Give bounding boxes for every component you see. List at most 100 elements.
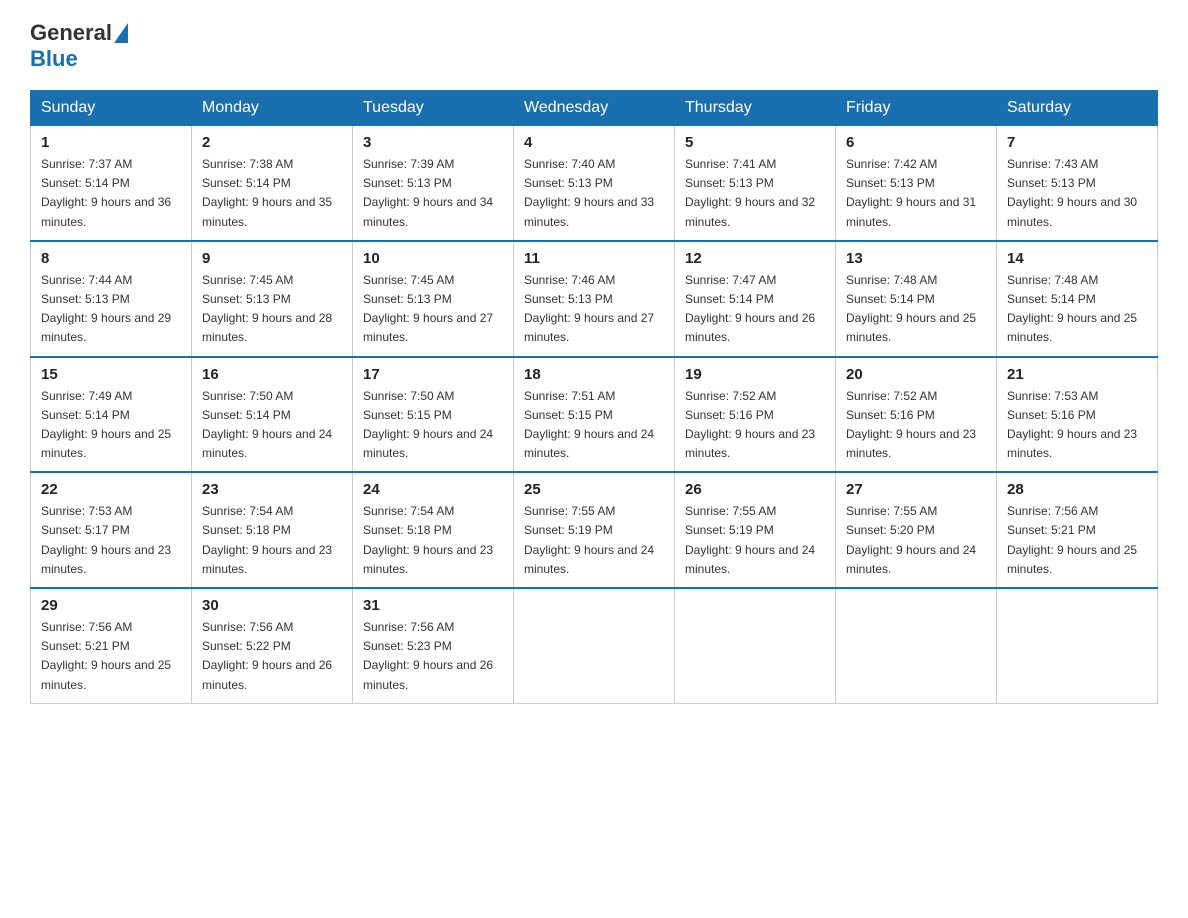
- day-info: Sunrise: 7:55 AMSunset: 5:19 PMDaylight:…: [685, 502, 825, 579]
- calendar-cell: 16 Sunrise: 7:50 AMSunset: 5:14 PMDayligh…: [192, 357, 353, 473]
- day-info: Sunrise: 7:52 AMSunset: 5:16 PMDaylight:…: [846, 387, 986, 464]
- weekday-header-thursday: Thursday: [675, 91, 836, 126]
- day-number: 26: [685, 481, 825, 498]
- calendar-cell: [514, 588, 675, 703]
- day-number: 11: [524, 250, 664, 267]
- day-info: Sunrise: 7:55 AMSunset: 5:20 PMDaylight:…: [846, 502, 986, 579]
- day-info: Sunrise: 7:48 AMSunset: 5:14 PMDaylight:…: [846, 271, 986, 348]
- calendar-week-row-2: 8Sunrise: 7:44 AMSunset: 5:13 PMDaylight…: [31, 241, 1158, 357]
- calendar-cell: 14 Sunrise: 7:48 AMSunset: 5:14 PMDayligh…: [997, 241, 1158, 357]
- day-number: 9: [202, 250, 342, 267]
- logo-blue-text: Blue: [30, 46, 78, 72]
- day-info: Sunrise: 7:50 AMSunset: 5:14 PMDaylight:…: [202, 387, 342, 464]
- day-info: Sunrise: 7:38 AMSunset: 5:14 PMDaylight:…: [202, 155, 342, 232]
- calendar-cell: 9 Sunrise: 7:45 AMSunset: 5:13 PMDaylight…: [192, 241, 353, 357]
- day-info: Sunrise: 7:43 AMSunset: 5:13 PMDaylight:…: [1007, 155, 1147, 232]
- calendar-cell: 13 Sunrise: 7:48 AMSunset: 5:14 PMDayligh…: [836, 241, 997, 357]
- calendar-cell: 23 Sunrise: 7:54 AMSunset: 5:18 PMDayligh…: [192, 472, 353, 588]
- calendar-week-row-5: 29Sunrise: 7:56 AMSunset: 5:21 PMDayligh…: [31, 588, 1158, 703]
- calendar-week-row-3: 15 Sunrise: 7:49 AMSunset: 5:14 PMDayligh…: [31, 357, 1158, 473]
- calendar-cell: 3Sunrise: 7:39 AMSunset: 5:13 PMDaylight…: [353, 126, 514, 241]
- day-info: Sunrise: 7:44 AMSunset: 5:13 PMDaylight:…: [41, 271, 181, 348]
- weekday-header-monday: Monday: [192, 91, 353, 126]
- day-number: 10: [363, 250, 503, 267]
- calendar-cell: 1 Sunrise: 7:37 AMSunset: 5:14 PMDaylight…: [31, 126, 192, 241]
- day-number: 3: [363, 134, 503, 151]
- day-info: Sunrise: 7:50 AMSunset: 5:15 PMDaylight:…: [363, 387, 503, 464]
- day-info: Sunrise: 7:48 AMSunset: 5:14 PMDaylight:…: [1007, 271, 1147, 348]
- day-number: 22: [41, 481, 181, 498]
- day-number: 5: [685, 134, 825, 151]
- day-number: 21: [1007, 366, 1147, 383]
- day-number: 4: [524, 134, 664, 151]
- weekday-header-row: SundayMondayTuesdayWednesdayThursdayFrid…: [31, 91, 1158, 126]
- calendar-cell: 27 Sunrise: 7:55 AMSunset: 5:20 PMDayligh…: [836, 472, 997, 588]
- logo-general-text: General: [30, 20, 112, 46]
- day-number: 12: [685, 250, 825, 267]
- day-info: Sunrise: 7:45 AMSunset: 5:13 PMDaylight:…: [363, 271, 503, 348]
- day-number: 28: [1007, 481, 1147, 498]
- calendar-cell: 30Sunrise: 7:56 AMSunset: 5:22 PMDayligh…: [192, 588, 353, 703]
- calendar-cell: 26 Sunrise: 7:55 AMSunset: 5:19 PMDayligh…: [675, 472, 836, 588]
- day-info: Sunrise: 7:54 AMSunset: 5:18 PMDaylight:…: [202, 502, 342, 579]
- day-number: 31: [363, 597, 503, 614]
- day-info: Sunrise: 7:42 AMSunset: 5:13 PMDaylight:…: [846, 155, 986, 232]
- calendar-cell: 21 Sunrise: 7:53 AMSunset: 5:16 PMDayligh…: [997, 357, 1158, 473]
- calendar-cell: 6Sunrise: 7:42 AMSunset: 5:13 PMDaylight…: [836, 126, 997, 241]
- calendar-cell: 20 Sunrise: 7:52 AMSunset: 5:16 PMDayligh…: [836, 357, 997, 473]
- calendar-cell: 17Sunrise: 7:50 AMSunset: 5:15 PMDayligh…: [353, 357, 514, 473]
- day-info: Sunrise: 7:56 AMSunset: 5:21 PMDaylight:…: [41, 618, 181, 695]
- calendar-cell: 2 Sunrise: 7:38 AMSunset: 5:14 PMDaylight…: [192, 126, 353, 241]
- day-info: Sunrise: 7:52 AMSunset: 5:16 PMDaylight:…: [685, 387, 825, 464]
- day-number: 13: [846, 250, 986, 267]
- day-number: 20: [846, 366, 986, 383]
- calendar-cell: [675, 588, 836, 703]
- calendar-cell: 5 Sunrise: 7:41 AMSunset: 5:13 PMDaylight…: [675, 126, 836, 241]
- weekday-header-friday: Friday: [836, 91, 997, 126]
- logo: General Blue: [30, 20, 130, 72]
- day-info: Sunrise: 7:54 AMSunset: 5:18 PMDaylight:…: [363, 502, 503, 579]
- calendar-cell: 10 Sunrise: 7:45 AMSunset: 5:13 PMDayligh…: [353, 241, 514, 357]
- weekday-header-tuesday: Tuesday: [353, 91, 514, 126]
- day-number: 27: [846, 481, 986, 498]
- day-info: Sunrise: 7:53 AMSunset: 5:16 PMDaylight:…: [1007, 387, 1147, 464]
- day-number: 2: [202, 134, 342, 151]
- day-number: 1: [41, 134, 181, 151]
- day-number: 23: [202, 481, 342, 498]
- day-info: Sunrise: 7:45 AMSunset: 5:13 PMDaylight:…: [202, 271, 342, 348]
- day-info: Sunrise: 7:55 AMSunset: 5:19 PMDaylight:…: [524, 502, 664, 579]
- day-info: Sunrise: 7:40 AMSunset: 5:13 PMDaylight:…: [524, 155, 664, 232]
- calendar-cell: 31Sunrise: 7:56 AMSunset: 5:23 PMDayligh…: [353, 588, 514, 703]
- day-number: 18: [524, 366, 664, 383]
- calendar-cell: 12Sunrise: 7:47 AMSunset: 5:14 PMDayligh…: [675, 241, 836, 357]
- calendar-cell: 25 Sunrise: 7:55 AMSunset: 5:19 PMDayligh…: [514, 472, 675, 588]
- day-number: 16: [202, 366, 342, 383]
- calendar-cell: 18Sunrise: 7:51 AMSunset: 5:15 PMDayligh…: [514, 357, 675, 473]
- calendar-week-row-1: 1 Sunrise: 7:37 AMSunset: 5:14 PMDaylight…: [31, 126, 1158, 241]
- calendar-table: SundayMondayTuesdayWednesdayThursdayFrid…: [30, 90, 1158, 704]
- calendar-cell: [836, 588, 997, 703]
- calendar-cell: 4 Sunrise: 7:40 AMSunset: 5:13 PMDaylight…: [514, 126, 675, 241]
- day-number: 7: [1007, 134, 1147, 151]
- calendar-cell: 15 Sunrise: 7:49 AMSunset: 5:14 PMDayligh…: [31, 357, 192, 473]
- day-info: Sunrise: 7:37 AMSunset: 5:14 PMDaylight:…: [41, 155, 181, 232]
- day-number: 15: [41, 366, 181, 383]
- day-info: Sunrise: 7:53 AMSunset: 5:17 PMDaylight:…: [41, 502, 181, 579]
- day-info: Sunrise: 7:56 AMSunset: 5:21 PMDaylight:…: [1007, 502, 1147, 579]
- day-number: 25: [524, 481, 664, 498]
- calendar-cell: 24 Sunrise: 7:54 AMSunset: 5:18 PMDayligh…: [353, 472, 514, 588]
- day-info: Sunrise: 7:46 AMSunset: 5:13 PMDaylight:…: [524, 271, 664, 348]
- calendar-cell: 8Sunrise: 7:44 AMSunset: 5:13 PMDaylight…: [31, 241, 192, 357]
- calendar-cell: [997, 588, 1158, 703]
- calendar-cell: 7 Sunrise: 7:43 AMSunset: 5:13 PMDaylight…: [997, 126, 1158, 241]
- day-info: Sunrise: 7:56 AMSunset: 5:22 PMDaylight:…: [202, 618, 342, 695]
- day-number: 24: [363, 481, 503, 498]
- calendar-cell: 28 Sunrise: 7:56 AMSunset: 5:21 PMDayligh…: [997, 472, 1158, 588]
- day-info: Sunrise: 7:41 AMSunset: 5:13 PMDaylight:…: [685, 155, 825, 232]
- calendar-cell: 29Sunrise: 7:56 AMSunset: 5:21 PMDayligh…: [31, 588, 192, 703]
- page-header: General Blue: [30, 20, 1158, 72]
- day-info: Sunrise: 7:49 AMSunset: 5:14 PMDaylight:…: [41, 387, 181, 464]
- logo-triangle-icon: [114, 23, 128, 43]
- weekday-header-wednesday: Wednesday: [514, 91, 675, 126]
- day-number: 14: [1007, 250, 1147, 267]
